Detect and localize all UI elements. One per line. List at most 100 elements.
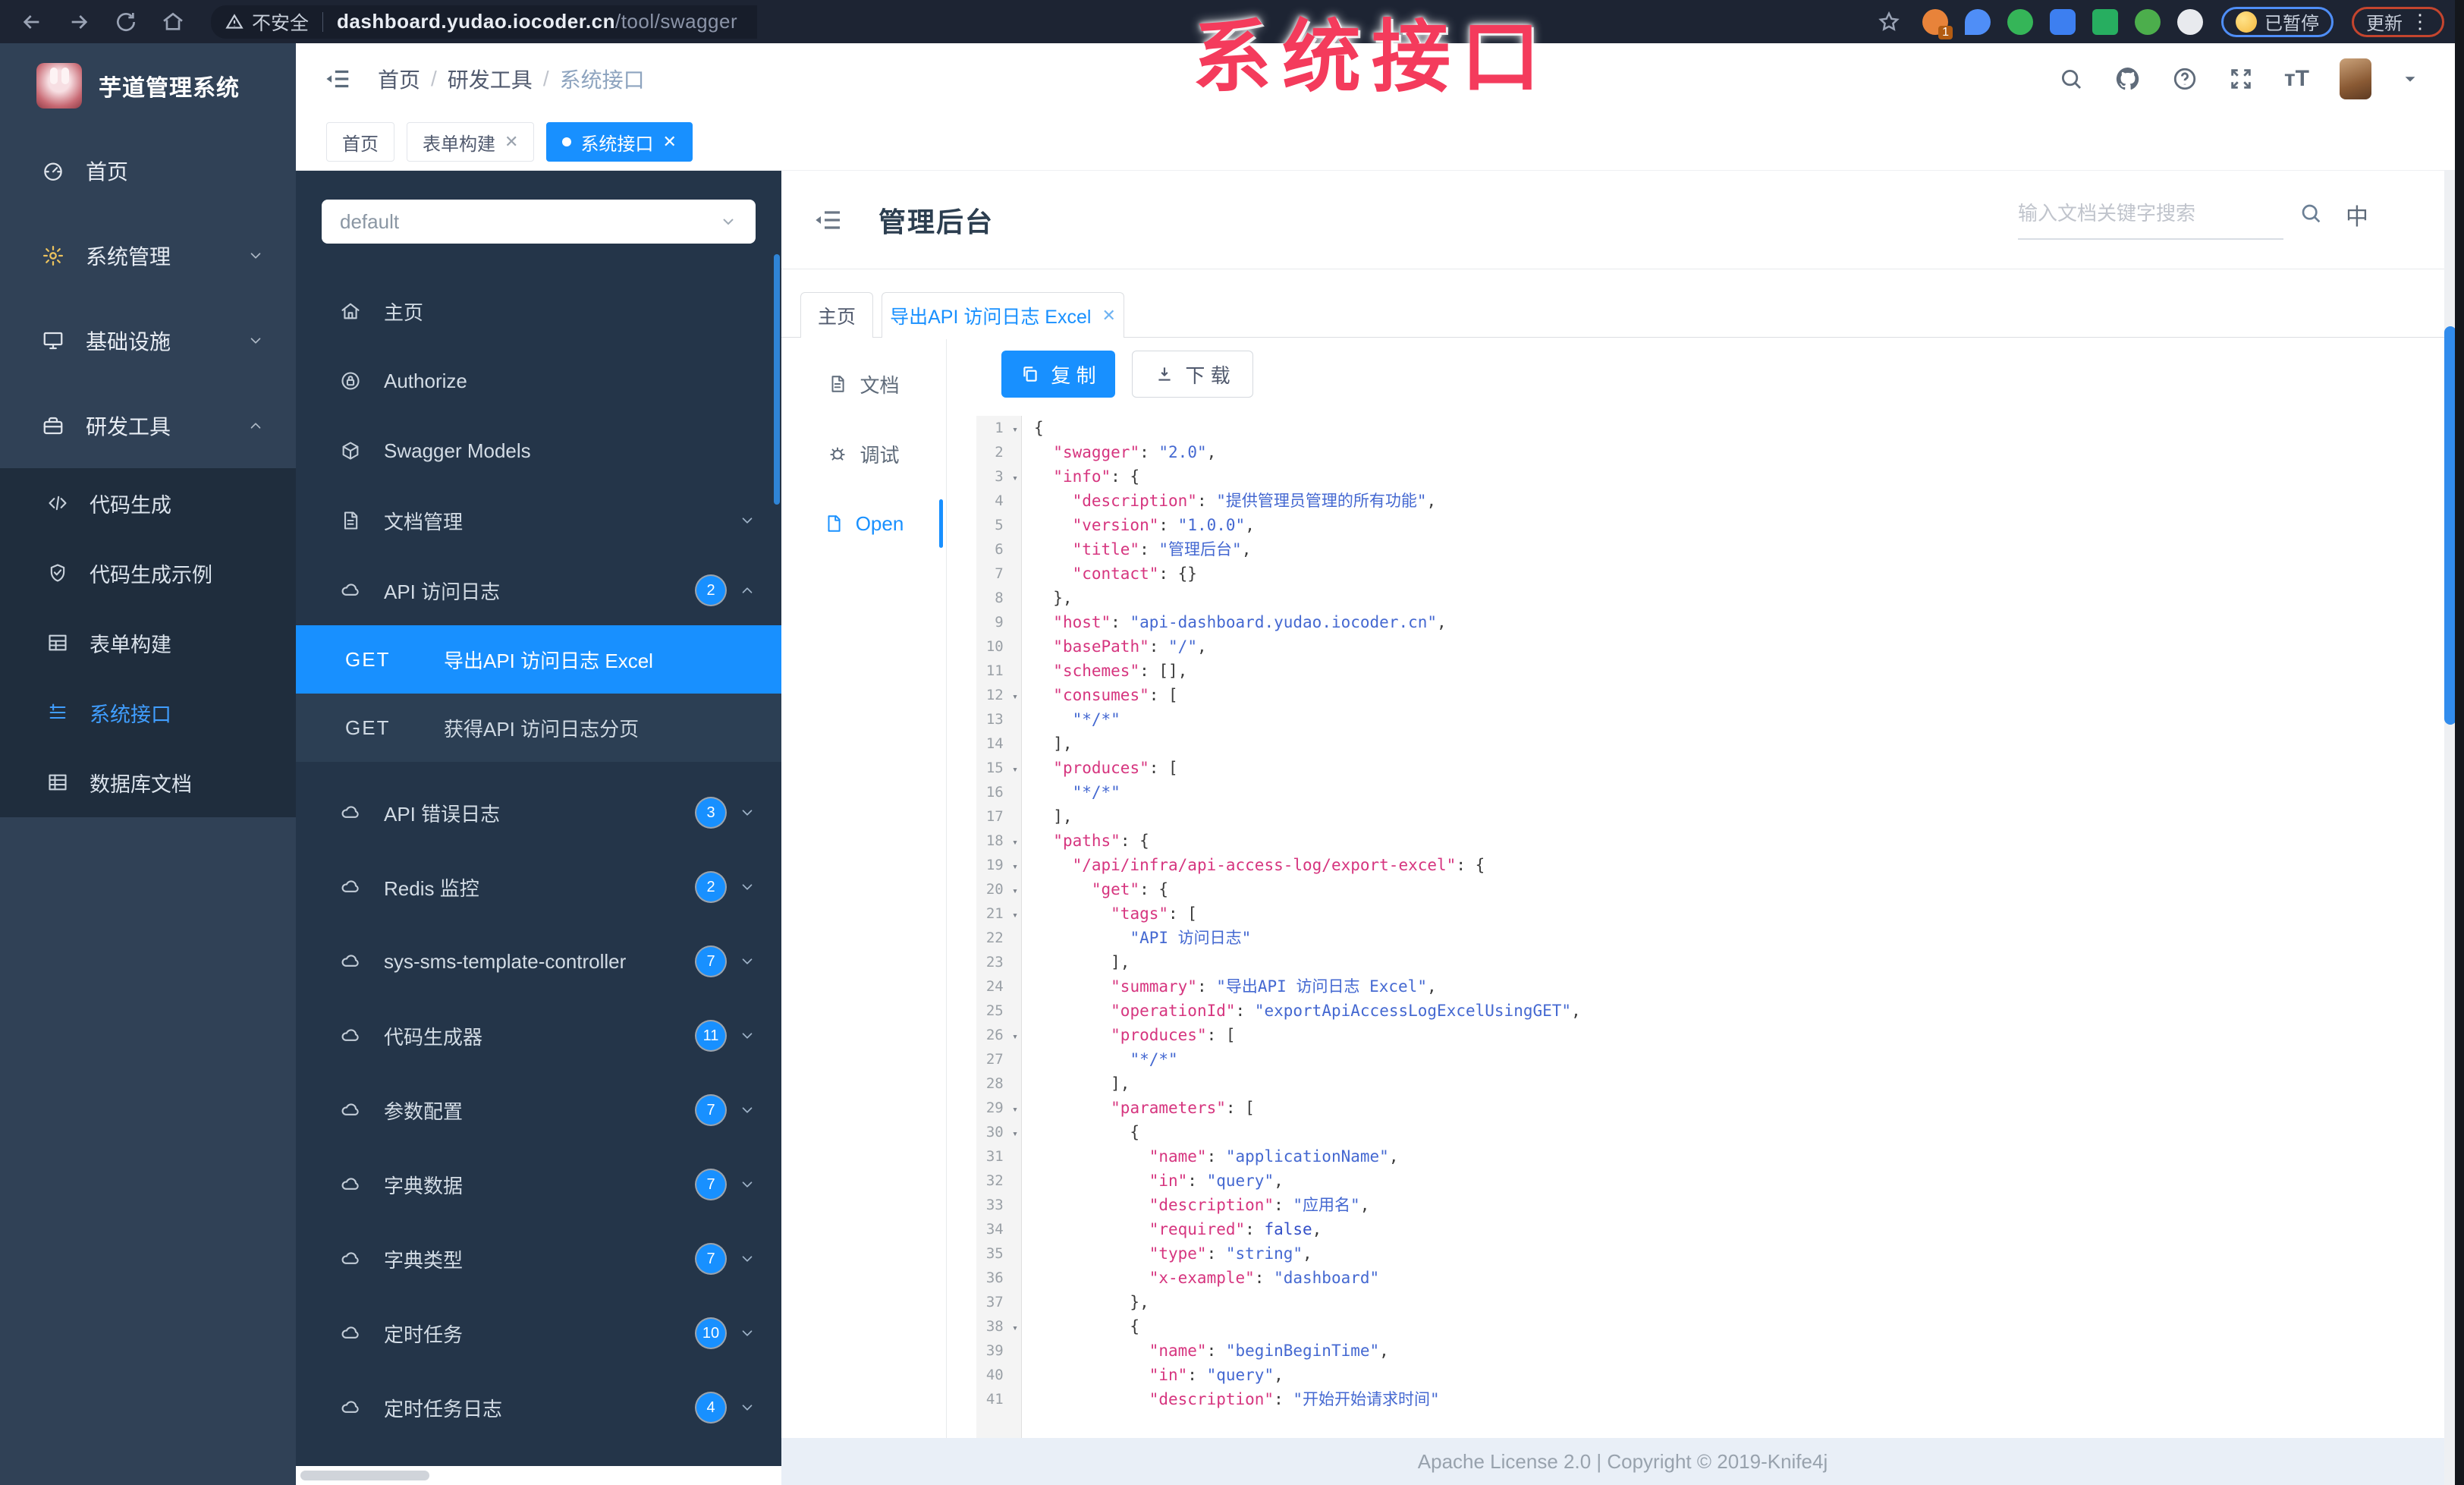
breadcrumb-item[interactable]: 系统接口 (560, 64, 645, 94)
doc-tab-主页[interactable]: 主页 (800, 292, 873, 338)
tree-group-定时任务日志[interactable]: 定时任务日志 4 (296, 1370, 781, 1445)
fullscreen-icon[interactable] (2228, 66, 2254, 92)
tree-group-sys-sms-template-controller[interactable]: sys-sms-template-controller 7 (296, 924, 781, 999)
fold-arrow-icon[interactable]: ▾ (1012, 1128, 1018, 1140)
fold-arrow-icon[interactable]: ▾ (1012, 691, 1018, 703)
language-icon[interactable]: 中 (2346, 198, 2368, 231)
count-badge: 7 (696, 1096, 725, 1125)
home-icon[interactable] (158, 7, 188, 37)
close-icon[interactable]: ✕ (662, 132, 676, 152)
sidebar-item-首页[interactable]: 首页 (0, 128, 296, 213)
tag-首页[interactable]: 首页 (326, 122, 394, 162)
close-icon[interactable]: ✕ (504, 132, 518, 152)
search-icon[interactable] (2058, 66, 2084, 92)
fold-arrow-icon[interactable]: ▾ (1012, 1031, 1018, 1043)
blue-grid-extension-icon[interactable] (2050, 8, 2076, 35)
line-number: 3 ▾ (995, 468, 1018, 485)
code-line: "basePath": "/", (1053, 637, 1207, 656)
tree-item-API 访问日志[interactable]: API 访问日志 2 (296, 555, 781, 625)
breadcrumb-item[interactable]: 研发工具 (448, 64, 533, 94)
bookmark-star-icon[interactable] (1874, 7, 1904, 37)
operation-导出API 访问日志 Excel[interactable]: GET 导出API 访问日志 Excel (296, 625, 781, 694)
cloud-icon (340, 1323, 361, 1344)
copy-button[interactable]: 复 制 (1001, 351, 1115, 398)
fold-arrow-icon[interactable]: ▾ (1012, 1104, 1018, 1115)
tag-label: 系统接口 (580, 134, 654, 155)
swagger-json-editor[interactable]: 1 ▾ 2 ▾ 3 ▾ 4 ▾ 5 ▾ 6 ▾ 7 ▾ 8 ▾ 9 ▾ 10 ▾ 11 ▾ 12 ▾ 1… (976, 416, 2448, 1438)
browser-update-button[interactable]: 更新 ⋮ (2352, 6, 2444, 37)
doc-tab-导出API 访问日志 Excel[interactable]: 导出API 访问日志 Excel ✕ (882, 292, 1124, 338)
tree-group-参数配置[interactable]: 参数配置 7 (296, 1073, 781, 1147)
forward-icon[interactable] (64, 7, 94, 37)
fold-arrow-icon[interactable]: ▾ (1012, 861, 1018, 873)
sidebar-item-系统管理[interactable]: 系统管理 (0, 213, 296, 298)
paused-extension-pill[interactable]: 已暂停 (2221, 6, 2334, 37)
reload-icon[interactable] (111, 7, 141, 37)
fold-arrow-icon[interactable]: ▾ (1012, 1323, 1018, 1334)
sidebar-subitem-代码生成[interactable]: 代码生成 (0, 468, 296, 538)
font-size-icon[interactable]: ᴛT (2284, 66, 2309, 92)
line-number: 19 ▾ (985, 857, 1018, 873)
sidebar-collapse-icon[interactable] (323, 64, 352, 93)
subnav-文档[interactable]: 文档 (781, 349, 946, 419)
white-puzzle-extension-icon[interactable] (2177, 8, 2203, 35)
sidebar-subitem-数据库文档[interactable]: 数据库文档 (0, 747, 296, 817)
green-circle-extension-icon[interactable] (2007, 8, 2033, 35)
tree-item-Authorize[interactable]: Authorize (296, 346, 781, 416)
code-line: "*/*" (1130, 1050, 1178, 1068)
fold-arrow-icon[interactable]: ▾ (1012, 886, 1018, 897)
tag-系统接口[interactable]: 系统接口 ✕ (546, 122, 693, 162)
sidebar-subitem-系统接口[interactable]: 系统接口 (0, 678, 296, 747)
app-sidebar: 芋道管理系统 首页 系统管理 基础设施 研发工具 代码生成 代码生成示例 表单构建 系统接口数… (0, 43, 296, 1485)
tree-group-Redis 监控[interactable]: Redis 监控 2 (296, 850, 781, 924)
subnav-Open[interactable]: Open (781, 489, 946, 558)
subnav-调试[interactable]: 调试 (781, 419, 946, 489)
tag-表单构建[interactable]: 表单构建 ✕ (407, 122, 535, 162)
fold-arrow-icon[interactable]: ▾ (1012, 764, 1018, 776)
tree-group-API 错误日志[interactable]: API 错误日志 3 (296, 776, 781, 850)
back-icon[interactable] (17, 7, 47, 37)
fold-arrow-icon[interactable]: ▾ (1012, 473, 1018, 484)
avatar[interactable] (2340, 58, 2371, 99)
sidebar-subitem-表单构建[interactable]: 表单构建 (0, 608, 296, 678)
chevron-up (250, 423, 261, 429)
sidebar-item-研发工具[interactable]: 研发工具 (0, 383, 296, 468)
blue-pin-extension-icon[interactable] (1965, 8, 1991, 35)
tree-item-文档管理[interactable]: 文档管理 (296, 486, 781, 555)
caret-down-icon[interactable] (2402, 71, 2418, 87)
api-group-select[interactable]: default (322, 200, 756, 244)
tree-item-主页[interactable]: 主页 (296, 276, 781, 346)
tree-group-定时任务[interactable]: 定时任务 10 (296, 1296, 781, 1370)
help-icon[interactable] (2172, 66, 2198, 92)
tree-collapse-icon[interactable] (813, 205, 844, 235)
cn-bottle-extension-icon[interactable] (2092, 8, 2118, 35)
browser-toolbar: 不安全 dashboard.yudao.iocoder.cn/tool/swag… (0, 0, 2464, 43)
tree-hscroll-thumb[interactable] (300, 1471, 429, 1480)
logo-row[interactable]: 芋道管理系统 (0, 43, 296, 128)
fold-arrow-icon[interactable]: ▾ (1012, 424, 1018, 436)
doc-search-icon[interactable] (2299, 201, 2323, 225)
doc-search-input[interactable]: 输入文档关键字搜索 (2018, 198, 2283, 240)
operation-获得API 访问日志分页[interactable]: GET 获得API 访问日志分页 (296, 694, 781, 762)
tree-group-代码生成器[interactable]: 代码生成器 11 (296, 999, 781, 1073)
fold-arrow-icon[interactable]: ▾ (1012, 837, 1018, 848)
shield-check-icon (50, 564, 65, 582)
github-icon[interactable] (2114, 65, 2142, 93)
green-leaf-extension-icon[interactable] (2135, 8, 2161, 35)
breadcrumb-item[interactable]: 首页 (378, 64, 420, 94)
download-button[interactable]: 下 载 (1132, 351, 1253, 398)
orange-extension-icon[interactable]: 1 (1922, 8, 1953, 39)
line-number: 1 ▾ (995, 420, 1018, 436)
chevron-down (742, 518, 753, 524)
tree-group-字典数据[interactable]: 字典数据 7 (296, 1147, 781, 1222)
tree-group-字典类型[interactable]: 字典类型 7 (296, 1222, 781, 1296)
address-bar[interactable]: 不安全 dashboard.yudao.iocoder.cn/tool/swag… (211, 5, 758, 39)
sidebar-item-基础设施[interactable]: 基础设施 (0, 298, 296, 383)
close-icon[interactable]: ✕ (1102, 306, 1115, 326)
fold-arrow-icon[interactable]: ▾ (1012, 910, 1018, 921)
tree-item-Swagger Models[interactable]: Swagger Models (296, 416, 781, 486)
tree-scrollbar[interactable] (774, 254, 780, 505)
chevron-down (250, 338, 261, 344)
sidebar-subitem-代码生成示例[interactable]: 代码生成示例 (0, 538, 296, 608)
browser-menu-icon[interactable]: ⋮ (2410, 10, 2430, 33)
